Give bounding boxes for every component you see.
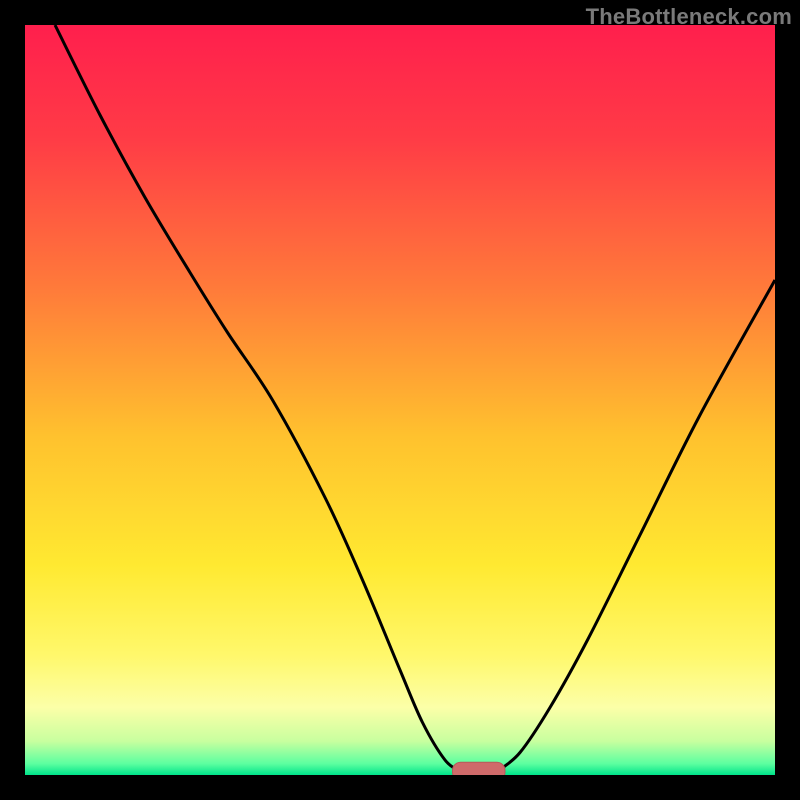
chart-frame: TheBottleneck.com: [0, 0, 800, 800]
plot-area: [25, 25, 775, 775]
optimal-marker: [453, 762, 506, 775]
gradient-background: [25, 25, 775, 775]
watermark-text: TheBottleneck.com: [586, 4, 792, 30]
plot-svg: [25, 25, 775, 775]
